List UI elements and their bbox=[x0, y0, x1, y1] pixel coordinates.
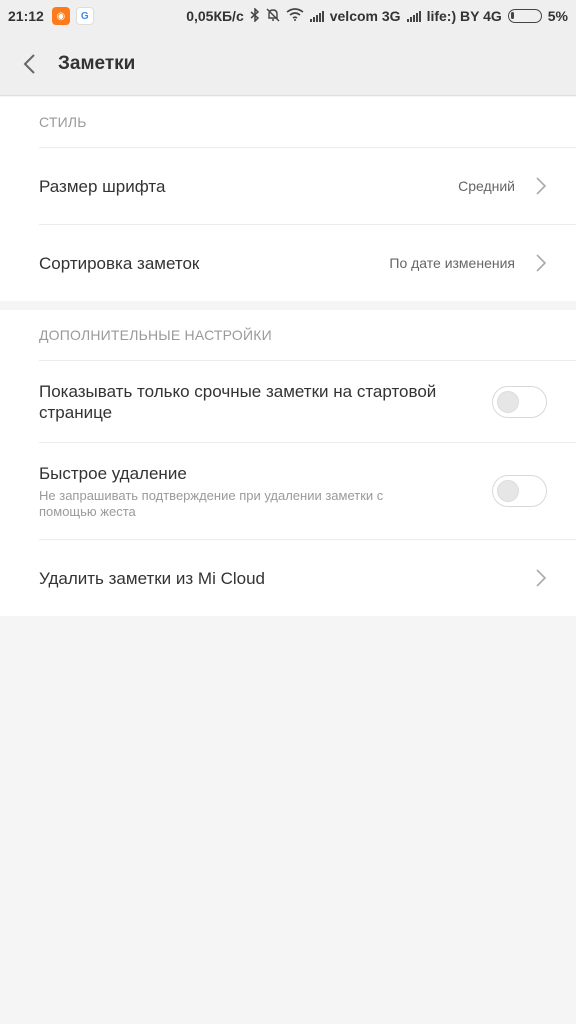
notification-app-icon: ◉ bbox=[51, 7, 70, 25]
cloud-delete-row[interactable]: Удалить заметки из Mi Cloud bbox=[39, 539, 576, 616]
wifi-icon bbox=[286, 8, 304, 24]
section-label-extra: ДОПОЛНИТЕЛЬНЫЕ НАСТРОЙКИ bbox=[39, 327, 272, 343]
quick-delete-subtitle: Не запрашивать подтверждение при удалени… bbox=[39, 487, 384, 519]
quick-delete-toggle[interactable] bbox=[492, 475, 547, 507]
cloud-delete-title: Удалить заметки из Mi Cloud bbox=[39, 568, 265, 588]
signal-icon-2 bbox=[406, 10, 421, 22]
section-label-style: СТИЛЬ bbox=[39, 114, 87, 130]
chevron-right-icon bbox=[536, 254, 547, 272]
back-button[interactable] bbox=[0, 32, 58, 96]
status-bar: 21:12 ◉ G 0,05КБ/с velcom 3G life:) BY 4… bbox=[0, 0, 576, 32]
urgent-only-toggle[interactable] bbox=[492, 385, 547, 418]
app-header: Заметки bbox=[0, 32, 576, 96]
status-time: 21:12 bbox=[8, 8, 44, 24]
network-speed: 0,05КБ/с bbox=[186, 8, 244, 24]
signal-icon-1 bbox=[309, 10, 324, 22]
mute-bell-icon bbox=[266, 8, 280, 25]
page-title: Заметки bbox=[58, 52, 136, 74]
font-size-value: Средний bbox=[458, 178, 515, 194]
google-icon: G bbox=[75, 7, 94, 25]
quick-delete-row: Быстрое удаление Не запрашивать подтверж… bbox=[39, 442, 576, 539]
status-indicators: 0,05КБ/с velcom 3G life:) BY 4G 5% bbox=[186, 6, 568, 25]
style-section: СТИЛЬ Размер шрифта Средний Сортировка з… bbox=[0, 97, 576, 301]
chevron-right-icon bbox=[536, 569, 547, 587]
chevron-right-icon bbox=[536, 177, 547, 195]
font-size-row[interactable]: Размер шрифта Средний bbox=[39, 147, 576, 224]
extra-section: ДОПОЛНИТЕЛЬНЫЕ НАСТРОЙКИ Показывать толь… bbox=[0, 310, 576, 616]
sort-row[interactable]: Сортировка заметок По дате изменения bbox=[39, 224, 576, 301]
quick-delete-title: Быстрое удаление bbox=[39, 463, 187, 483]
chevron-left-icon bbox=[23, 53, 35, 74]
toggle-knob bbox=[497, 390, 519, 413]
font-size-title: Размер шрифта bbox=[39, 176, 166, 196]
sort-title: Сортировка заметок bbox=[39, 253, 200, 273]
sort-value: По дате изменения bbox=[389, 255, 515, 271]
urgent-only-title: Показывать только срочные заметки на ста… bbox=[39, 381, 437, 422]
battery-icon bbox=[507, 9, 542, 23]
carrier-1: velcom 3G bbox=[329, 8, 401, 24]
toggle-knob bbox=[497, 480, 519, 502]
battery-percent: 5% bbox=[547, 8, 568, 24]
bluetooth-icon bbox=[250, 6, 260, 25]
urgent-only-row: Показывать только срочные заметки на ста… bbox=[39, 360, 576, 442]
carrier-2: life:) BY 4G bbox=[426, 8, 502, 24]
